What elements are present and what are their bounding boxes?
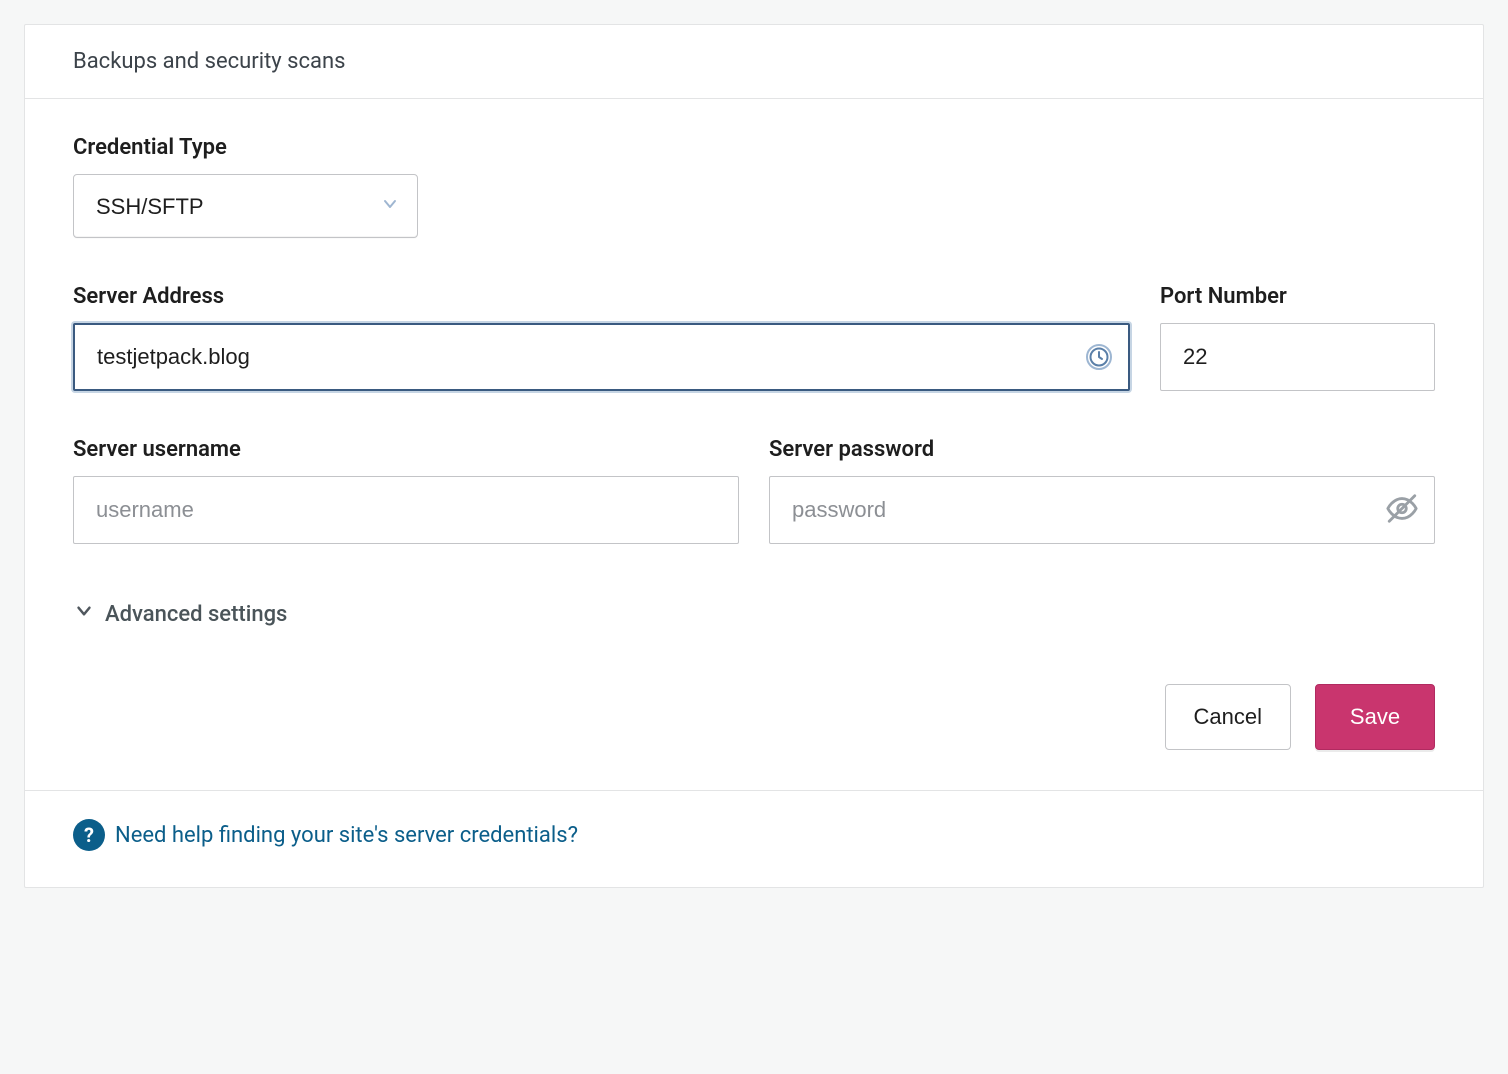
save-button-label: Save <box>1350 704 1400 730</box>
server-address-wrap <box>73 323 1130 391</box>
advanced-settings-label: Advanced settings <box>105 602 287 627</box>
toggle-password-visibility-button[interactable] <box>1385 492 1419 529</box>
help-icon: ? <box>73 819 105 851</box>
server-address-field: Server Address <box>73 284 1130 391</box>
settings-card: Backups and security scans Credential Ty… <box>24 24 1484 888</box>
eye-off-icon <box>1385 492 1419 529</box>
password-field: Server password <box>769 437 1435 544</box>
card-header: Backups and security scans <box>25 25 1483 99</box>
password-input[interactable] <box>769 476 1435 544</box>
username-label: Server username <box>73 437 739 462</box>
cancel-button[interactable]: Cancel <box>1165 684 1291 750</box>
help-link-text: Need help finding your site's server cre… <box>115 823 578 848</box>
username-input[interactable] <box>73 476 739 544</box>
credential-type-select-wrap: SSH/SFTP <box>73 174 418 238</box>
cancel-button-label: Cancel <box>1194 704 1262 730</box>
port-input[interactable] <box>1160 323 1435 391</box>
advanced-settings-toggle[interactable]: Advanced settings <box>73 600 287 628</box>
password-label: Server password <box>769 437 1435 462</box>
card-body: Credential Type SSH/SFTP Server Address <box>25 99 1483 790</box>
credentials-row: Server username Server password <box>73 437 1435 544</box>
credential-type-field: Credential Type SSH/SFTP <box>73 135 1435 238</box>
password-wrap <box>769 476 1435 544</box>
form-actions: Cancel Save <box>73 684 1435 750</box>
credential-type-select[interactable]: SSH/SFTP <box>73 174 418 238</box>
save-button[interactable]: Save <box>1315 684 1435 750</box>
history-icon <box>1084 342 1114 372</box>
chevron-down-icon <box>73 600 95 628</box>
address-port-row: Server Address Port Number <box>73 284 1435 391</box>
username-field: Server username <box>73 437 739 544</box>
card-footer: ? Need help finding your site's server c… <box>25 790 1483 887</box>
server-address-label: Server Address <box>73 284 1130 309</box>
port-label: Port Number <box>1160 284 1435 309</box>
server-address-input[interactable] <box>73 323 1130 391</box>
credential-type-label: Credential Type <box>73 135 1435 160</box>
help-link[interactable]: ? Need help finding your site's server c… <box>73 819 578 851</box>
port-field: Port Number <box>1160 284 1435 391</box>
card-title: Backups and security scans <box>73 49 346 74</box>
